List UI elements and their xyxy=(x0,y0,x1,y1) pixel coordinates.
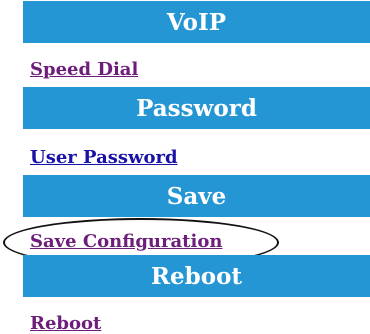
save-configuration-link[interactable]: Save Configuration xyxy=(30,231,222,252)
reboot-link[interactable]: Reboot xyxy=(30,313,101,334)
section-header-label: Save xyxy=(166,182,227,210)
section-header-label: Password xyxy=(136,94,257,122)
settings-menu: VoIP Speed Dial Password User Password S… xyxy=(0,0,370,334)
section-header-label: VoIP xyxy=(166,8,227,36)
section-header-reboot: Reboot xyxy=(23,255,370,297)
speed-dial-link[interactable]: Speed Dial xyxy=(30,59,138,80)
section-header-password: Password xyxy=(23,87,370,129)
section-header-label: Reboot xyxy=(150,262,243,290)
section-header-voip: VoIP xyxy=(23,1,370,43)
section-header-save: Save xyxy=(23,175,370,217)
user-password-link[interactable]: User Password xyxy=(30,147,178,168)
